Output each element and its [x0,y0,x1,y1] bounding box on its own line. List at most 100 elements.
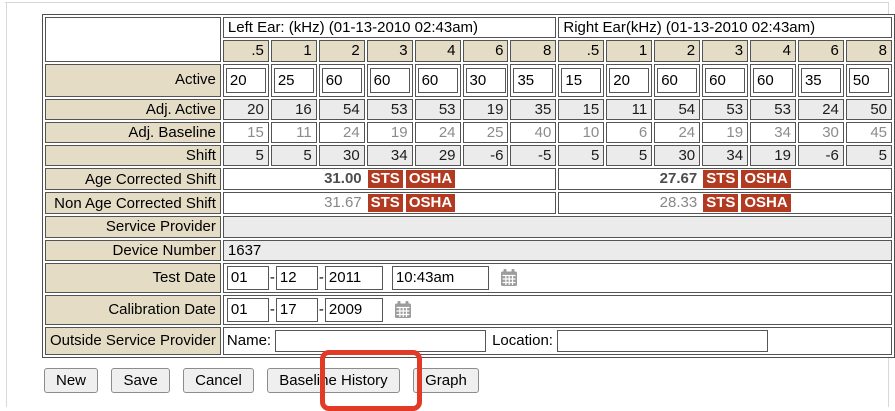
adj-active-value: 54 [654,99,700,120]
adj-active-value: 19 [463,99,509,120]
freq-right-4: 4 [750,40,796,61]
adj-baseline-value: 24 [415,122,461,143]
freq-left-8: 8 [510,40,556,61]
shift-value: 5 [606,145,652,166]
row-adj-baseline: Adj. Baseline 15 11 24 19 24 25 40 10 6 … [45,122,892,143]
adj-active-value: 35 [510,99,556,120]
device-number-row-label: Device Number [45,240,221,261]
active-input-right-8[interactable] [849,68,889,93]
active-input-left-05[interactable] [226,68,266,93]
freq-right-8: 8 [846,40,892,61]
date-separator: - [319,301,324,318]
active-input-left-3[interactable] [370,68,410,93]
shift-value: 34 [702,145,748,166]
adj-active-value: 20 [223,99,269,120]
freq-right-3: 3 [702,40,748,61]
osp-location-input[interactable] [557,330,768,352]
row-non-age-corrected-shift: Non Age Corrected Shift 31.67STSOSHA 28.… [45,192,892,214]
freq-right-6: 6 [798,40,844,61]
test-time-input[interactable] [392,266,489,290]
active-input-left-1[interactable] [274,68,314,93]
outside-service-provider-row-label: Outside Service Provider [45,327,221,355]
action-buttons-bar: New Save Cancel Baseline History Graph [44,368,488,393]
calibration-date-year-input[interactable] [325,298,383,322]
shift-value: 29 [415,145,461,166]
osp-name-input[interactable] [275,330,486,352]
calibration-date-row-label: Calibration Date [45,295,221,325]
age-corrected-shift-row-label: Age Corrected Shift [45,168,221,190]
active-input-right-3[interactable] [705,68,745,93]
frame-left-border [6,2,7,407]
right-ear-header: Right Ear(kHz) (01-13-2010 02:43am) [558,17,892,38]
test-date-day-input[interactable] [276,266,318,290]
active-input-right-6[interactable] [801,68,841,93]
osha-badge: OSHA [741,194,790,212]
shift-value: 30 [319,145,365,166]
active-row-label: Active [45,64,221,97]
adj-active-value: 53 [702,99,748,120]
freq-left-6: 6 [463,40,509,61]
calibration-date-month-input[interactable] [227,298,269,322]
shift-value: -6 [798,145,844,166]
sts-badge: STS [703,170,738,188]
baseline-history-button[interactable]: Baseline History [267,368,399,393]
age-corrected-shift-right-value: 27.67 [660,170,698,187]
active-input-left-4[interactable] [418,68,458,93]
active-input-right-1[interactable] [609,68,649,93]
date-separator: - [270,301,275,318]
adj-active-value: 53 [750,99,796,120]
row-outside-service-provider: Outside Service Provider Name: Location: [45,327,892,355]
row-device-number: Device Number 1637 [45,240,892,261]
active-input-left-8[interactable] [513,68,553,93]
shift-row-label: Shift [45,145,221,166]
adj-baseline-value: 25 [463,122,509,143]
non-age-corrected-shift-right-value: 28.33 [660,194,698,211]
test-date-calendar-icon[interactable] [499,268,519,288]
calibration-date-day-input[interactable] [276,298,318,322]
cancel-button[interactable]: Cancel [183,368,254,393]
left-ear-header: Left Ear: (kHz) (01-13-2010 02:43am) [223,17,556,38]
shift-value: 5 [558,145,604,166]
adj-baseline-value: 40 [510,122,556,143]
graph-button[interactable]: Graph [413,368,479,393]
adj-baseline-row-label: Adj. Baseline [45,122,221,143]
row-service-provider: Service Provider [45,216,892,237]
row-age-corrected-shift: Age Corrected Shift 31.00STSOSHA 27.67ST… [45,168,892,190]
row-shift: Shift 5 5 30 34 29 -6 -5 5 5 30 34 19 -6… [45,145,892,166]
adj-active-value: 24 [798,99,844,120]
frame-top-border [5,2,889,3]
shift-value: 5 [223,145,269,166]
test-date-year-input[interactable] [325,266,383,290]
active-input-left-6[interactable] [466,68,506,93]
new-button[interactable]: New [44,368,98,393]
osha-badge: OSHA [406,194,455,212]
adj-baseline-value: 34 [750,122,796,143]
adj-baseline-value: 6 [606,122,652,143]
adj-baseline-value: 19 [367,122,413,143]
adj-baseline-value: 30 [798,122,844,143]
device-number-value: 1637 [223,240,892,261]
adj-baseline-value: 24 [654,122,700,143]
active-input-right-05[interactable] [561,68,601,93]
adj-baseline-value: 45 [846,122,892,143]
adj-baseline-value: 15 [223,122,269,143]
osp-name-label: Name: [227,332,271,349]
adj-active-value: 16 [271,99,317,120]
save-button[interactable]: Save [111,368,169,393]
row-active: Active [45,64,892,97]
adj-active-value: 11 [606,99,652,120]
shift-value: 5 [271,145,317,166]
test-date-month-input[interactable] [227,266,269,290]
freq-left-1: 1 [271,40,317,61]
adj-active-value: 53 [367,99,413,120]
freq-right-1: 1 [606,40,652,61]
osp-location-label: Location: [492,332,553,349]
active-input-right-4[interactable] [753,68,793,93]
non-age-corrected-shift-left-value: 31.67 [324,194,362,211]
calibration-date-calendar-icon[interactable] [393,300,413,320]
active-input-left-2[interactable] [322,68,362,93]
non-age-corrected-shift-row-label: Non Age Corrected Shift [45,192,221,214]
active-input-right-2[interactable] [657,68,697,93]
freq-right-2: 2 [654,40,700,61]
shift-value: -6 [463,145,509,166]
